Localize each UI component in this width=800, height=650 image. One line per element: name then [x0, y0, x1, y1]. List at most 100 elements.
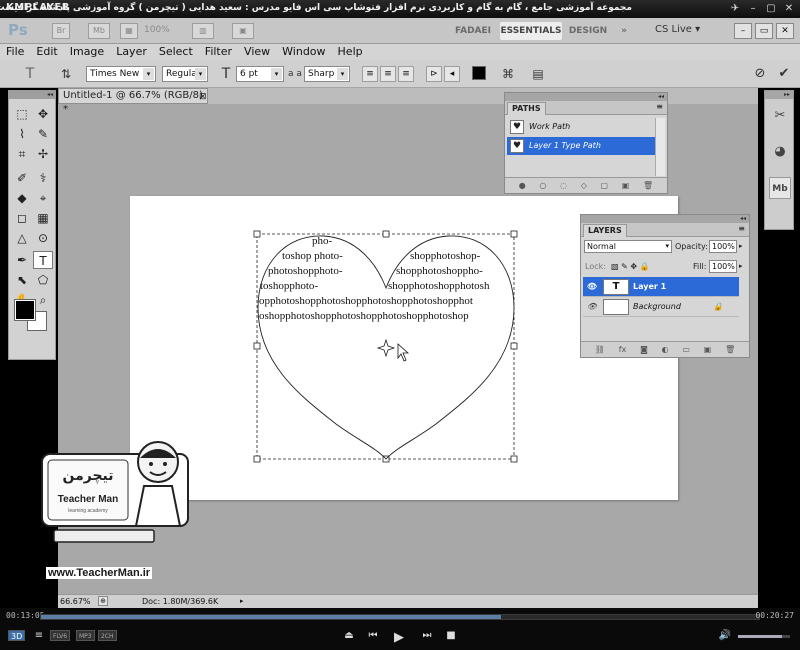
commit-edits-button[interactable]: ✔: [776, 66, 792, 82]
panel-menu-icon[interactable]: ≡: [656, 102, 663, 111]
next-icon[interactable]: ⏭: [420, 630, 434, 641]
link-layers-icon[interactable]: ⛓: [595, 345, 605, 354]
foreground-color-swatch[interactable]: [14, 299, 36, 321]
fill-path-icon[interactable]: ●: [519, 181, 526, 190]
screen-mode-icon[interactable]: ▣: [232, 23, 254, 39]
text-orientation-icon[interactable]: ⇅: [58, 66, 74, 82]
menu-select[interactable]: Select: [153, 44, 199, 60]
fill-slider-icon[interactable]: ▸: [739, 262, 743, 270]
opacity-field[interactable]: 100%: [709, 240, 737, 253]
brush-tool-icon[interactable]: ⚕: [33, 169, 53, 187]
dock-expand-icon[interactable]: ▸▸: [765, 91, 793, 99]
font-style-select[interactable]: Regular ▾: [162, 66, 208, 82]
new-layer-icon[interactable]: ▣: [704, 345, 712, 354]
workspace-fadaei[interactable]: FADAEI: [452, 22, 494, 40]
marquee-tool-icon[interactable]: ⬚: [12, 105, 32, 123]
visibility-eye-icon[interactable]: 👁: [585, 297, 599, 317]
path-selection-tool-icon[interactable]: ⬉: [12, 271, 32, 289]
new-path-icon[interactable]: ▢: [601, 181, 609, 190]
status-info-icon[interactable]: ⊕: [98, 596, 108, 606]
adjustment-layer-icon[interactable]: ◐: [662, 345, 669, 354]
reference-point-icon[interactable]: [376, 338, 396, 358]
tool-preset-picker-icon[interactable]: T: [22, 66, 38, 82]
warp-style-button[interactable]: ◂: [444, 66, 460, 82]
dodge-tool-icon[interactable]: ⊙: [33, 229, 53, 247]
tools-collapse-icon[interactable]: ◂◂: [9, 91, 55, 99]
gradient-tool-icon[interactable]: ▦: [33, 209, 53, 227]
antialias-select[interactable]: Sharp ▾: [304, 66, 350, 82]
brush-presets-icon[interactable]: ✂: [769, 105, 791, 127]
layer-row-background[interactable]: 👁 Background 🔒: [583, 297, 739, 317]
menu-filter[interactable]: Filter: [199, 44, 238, 60]
opacity-slider-icon[interactable]: ▸: [739, 242, 743, 250]
align-center-button[interactable]: ≡: [380, 66, 396, 82]
panel-collapse-icon[interactable]: ◂◂: [581, 215, 749, 223]
delete-path-icon[interactable]: 🗑: [643, 181, 653, 190]
lock-options-icon[interactable]: ▧ ✎ ✥ 🔒: [611, 262, 650, 271]
status-zoom-level[interactable]: 66.67%: [60, 595, 91, 608]
eraser-tool-icon[interactable]: ◻: [12, 209, 32, 227]
status-menu-icon[interactable]: ▸: [240, 595, 244, 608]
ps-minimize-button[interactable]: –: [734, 23, 752, 39]
character-panel-icon[interactable]: ▤: [530, 66, 546, 82]
zoom-tool-icon[interactable]: ⌕: [33, 291, 53, 309]
menu-layer[interactable]: Layer: [110, 44, 153, 60]
move-tool-icon[interactable]: ✥: [33, 105, 53, 123]
type-tool-icon[interactable]: T: [33, 251, 53, 269]
align-left-button[interactable]: ≡: [362, 66, 378, 82]
load-as-selection-icon[interactable]: ◌: [560, 181, 567, 190]
mini-bridge-icon[interactable]: Mb: [88, 23, 110, 39]
play-icon[interactable]: ▶: [392, 630, 406, 645]
ps-close-button[interactable]: ✕: [776, 23, 794, 39]
close-icon[interactable]: ✕: [782, 2, 796, 15]
bridge-icon[interactable]: Br: [52, 23, 70, 39]
workspace-design[interactable]: DESIGN: [568, 22, 608, 40]
zoom-level-readout[interactable]: 100%: [144, 25, 170, 35]
clone-stamp-tool-icon[interactable]: ◆: [12, 189, 32, 207]
make-work-path-icon[interactable]: ◇: [581, 181, 587, 190]
eject-icon[interactable]: ⏏: [342, 630, 356, 641]
seek-bar[interactable]: [40, 614, 760, 620]
stroke-path-icon[interactable]: ○: [539, 181, 546, 190]
mini-bridge-icon[interactable]: Mb: [769, 177, 791, 199]
maximize-icon[interactable]: ▢: [764, 2, 778, 15]
history-brush-tool-icon[interactable]: ⌖: [33, 189, 53, 207]
arrange-documents-icon[interactable]: ▥: [192, 23, 214, 39]
more-workspaces-icon[interactable]: »: [616, 22, 632, 40]
3d-toggle-button[interactable]: 3D: [8, 630, 26, 641]
document-tab[interactable]: Untitled-1 @ 66.7% (RGB/8) * ⊠: [58, 88, 208, 115]
menu-edit[interactable]: Edit: [30, 44, 63, 60]
menu-image[interactable]: Image: [64, 44, 110, 60]
custom-shape-tool-icon[interactable]: ⬠: [33, 271, 53, 289]
panel-menu-icon[interactable]: ≡: [738, 224, 745, 233]
cancel-edits-button[interactable]: ⊘: [752, 66, 768, 82]
eyedropper-tool-icon[interactable]: ✢: [33, 145, 53, 163]
lasso-tool-icon[interactable]: ⌇: [12, 125, 32, 143]
new-group-icon[interactable]: ▭: [682, 345, 690, 354]
font-size-select[interactable]: 6 pt ▾: [236, 66, 284, 82]
warp-text-button[interactable]: ⊳: [426, 66, 442, 82]
menu-view[interactable]: View: [238, 44, 276, 60]
close-tab-icon[interactable]: ⊠: [199, 90, 207, 104]
font-family-select[interactable]: Times New ... ▾: [86, 66, 156, 82]
workspace-essentials[interactable]: ESSENTIALS: [500, 22, 562, 40]
menu-help[interactable]: Help: [332, 44, 369, 60]
align-right-button[interactable]: ≡: [398, 66, 414, 82]
menu-file[interactable]: File: [0, 44, 30, 60]
status-doc-info[interactable]: Doc: 1.80M/369.6K: [142, 595, 218, 608]
extras-icon[interactable]: ▦: [120, 23, 138, 39]
paths-scrollbar[interactable]: [655, 118, 665, 176]
quick-select-tool-icon[interactable]: ✎: [33, 125, 53, 143]
path-row-work-path[interactable]: ♥ Work Path: [507, 118, 655, 136]
pen-tool-icon[interactable]: ✒: [12, 251, 32, 269]
menu-window[interactable]: Window: [276, 44, 331, 60]
color-wheel-icon[interactable]: ◕: [769, 141, 791, 163]
layer-style-icon[interactable]: fx: [619, 345, 627, 354]
crop-tool-icon[interactable]: ⌗: [12, 145, 32, 163]
layer-row-layer-1[interactable]: 👁 T Layer 1: [583, 277, 739, 297]
panel-collapse-icon[interactable]: ◂◂: [505, 93, 667, 101]
blend-mode-select[interactable]: Normal ▾: [584, 240, 672, 253]
create-warped-text-icon[interactable]: ⌘: [500, 66, 516, 82]
text-color-swatch[interactable]: [472, 66, 486, 80]
duplicate-path-icon[interactable]: ▣: [622, 181, 630, 190]
